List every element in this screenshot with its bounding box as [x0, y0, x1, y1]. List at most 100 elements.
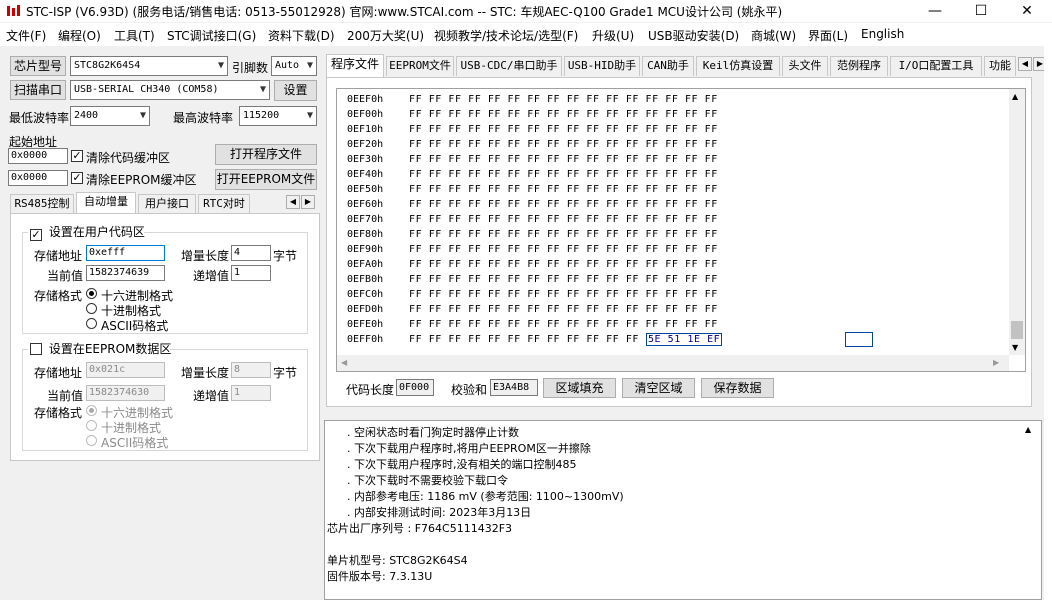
scroll-left-icon[interactable]: ◀ — [341, 358, 347, 367]
hex-row-bytes[interactable]: FF FF FF FF FF FF FF FF FF FF FF FF FF F… — [409, 154, 718, 165]
eeprom-format-ascii-radio[interactable] — [86, 435, 97, 446]
hex-row-bytes[interactable]: FF FF FF FF FF FF FF FF FF FF FF FF FF F… — [409, 229, 718, 240]
hex-row[interactable]: 0EFA0h FF FF FF FF FF FF FF FF FF FF FF F… — [347, 257, 718, 272]
hex-row[interactable]: 0EEF0h FF FF FF FF FF FF FF FF FF FF FF F… — [347, 92, 718, 107]
close-button[interactable]: ✕ — [1004, 0, 1050, 22]
hex-row-bytes[interactable]: FF FF FF FF FF FF FF FF FF FF FF FF FF F… — [409, 109, 718, 120]
hex-row-bytes[interactable]: FF FF FF FF FF FF FF FF FF FF FF FF FF F… — [409, 139, 718, 150]
tab-examples[interactable]: 范例程序 — [830, 56, 888, 76]
eeprom-inc-len-input[interactable]: 8 — [231, 362, 271, 378]
menu-download[interactable]: 资料下载(D) — [268, 27, 335, 44]
tab-eeprom-file[interactable]: EEPROM文件 — [386, 56, 454, 76]
menu-award[interactable]: 200万大奖(U) — [347, 27, 424, 44]
tab-can[interactable]: CAN助手 — [642, 56, 694, 76]
tab-program-file[interactable]: 程序文件 — [326, 54, 384, 77]
scroll-right-icon[interactable]: ▶ — [993, 358, 999, 367]
user-format-hex-radio[interactable] — [86, 288, 97, 299]
hex-viewer[interactable]: 0EEF0h FF FF FF FF FF FF FF FF FF FF FF F… — [336, 88, 1026, 372]
clear-eeprom-buffer-checkbox[interactable]: ✓ — [71, 172, 83, 184]
tab-usb-cdc[interactable]: USB-CDC/串口助手 — [456, 56, 562, 76]
user-step-input[interactable]: 1 — [231, 265, 271, 281]
tab-io-config[interactable]: I/O口配置工具 — [890, 56, 982, 76]
user-format-dec-radio[interactable] — [86, 303, 97, 314]
hex-row[interactable]: 0EF00h FF FF FF FF FF FF FF FF FF FF FF F… — [347, 107, 718, 122]
hex-row[interactable]: 0EFF0h FF FF FF FF FF FF FF FF FF FF FF F… — [347, 332, 723, 347]
menu-shop[interactable]: 商城(W) — [751, 27, 796, 44]
hex-row-bytes[interactable]: FF FF FF FF FF FF FF FF FF FF FF FF FF F… — [409, 184, 718, 195]
tab-auto-increment[interactable]: 自动增量 — [76, 192, 136, 215]
eeprom-start-address-input[interactable]: 0x0000 — [8, 170, 68, 186]
hex-row[interactable]: 0EFB0h FF FF FF FF FF FF FF FF FF FF FF F… — [347, 272, 718, 287]
tab-keil[interactable]: Keil仿真设置 — [696, 56, 780, 76]
scroll-up-icon[interactable]: ▲ — [1025, 425, 1031, 434]
eeprom-store-addr-input[interactable]: 0x021c — [86, 362, 165, 378]
eeprom-format-dec-radio[interactable] — [86, 420, 97, 431]
output-log[interactable]: . 空闲状态时看门狗定时器停止计数 . 下次下载用户程序时,将用户EEPROM区一… — [324, 420, 1042, 600]
edit-cursor-box[interactable] — [845, 332, 873, 347]
user-code-enable-checkbox[interactable]: ✓ — [30, 229, 42, 241]
scroll-down-icon[interactable]: ▼ — [1012, 343, 1018, 352]
hex-vertical-scrollbar[interactable]: ▲ ▼ — [1009, 89, 1025, 355]
clear-region-button[interactable]: 清空区域 — [622, 378, 695, 398]
minimize-button[interactable]: — — [912, 0, 958, 22]
scan-port-button[interactable]: 扫描串口 — [10, 80, 66, 100]
tab-scroll-right-icon[interactable]: ▶ — [301, 195, 315, 209]
pins-select[interactable]: Auto ▼ — [271, 56, 317, 76]
menu-english[interactable]: English — [861, 27, 904, 41]
hex-row-bytes[interactable]: FF FF FF FF FF FF FF FF FF FF FF FF FF F… — [409, 214, 718, 225]
hex-row-bytes[interactable]: FF FF FF FF FF FF FF FF FF FF FF FF FF F… — [409, 199, 718, 210]
user-cur-val-input[interactable]: 1582374639 — [86, 265, 165, 281]
hex-horizontal-scrollbar[interactable]: ◀ ▶ — [337, 355, 1009, 371]
open-program-file-button[interactable]: 打开程序文件 — [215, 144, 317, 165]
menu-video[interactable]: 视频教学/技术论坛/选型(F) — [434, 27, 578, 44]
eeprom-cur-val-input[interactable]: 1582374630 — [86, 385, 165, 401]
hex-row-bytes[interactable]: FF FF FF FF FF FF FF FF FF FF FF FF FF F… — [409, 169, 718, 180]
tab-rs485[interactable]: RS485控制 — [10, 194, 74, 214]
hex-row-bytes[interactable]: FF FF FF FF FF FF FF FF FF FF FF FF FF F… — [409, 274, 718, 285]
hex-row[interactable]: 0EF70h FF FF FF FF FF FF FF FF FF FF FF F… — [347, 212, 718, 227]
user-store-addr-input[interactable]: 0xefff — [86, 245, 165, 261]
tab-rtc[interactable]: RTC对时 — [198, 194, 250, 214]
menu-usb-driver[interactable]: USB驱动安装(D) — [648, 27, 739, 44]
save-data-button[interactable]: 保存数据 — [701, 378, 774, 398]
menu-debug[interactable]: STC调试接口(G) — [167, 27, 256, 44]
menu-tools[interactable]: 工具(T) — [114, 27, 155, 44]
hex-row-bytes[interactable]: FF FF FF FF FF FF FF FF FF FF FF FF FF F… — [409, 94, 718, 105]
tab-header-file[interactable]: 头文件 — [782, 56, 828, 76]
code-start-address-input[interactable]: 0x0000 — [8, 148, 68, 164]
hex-row[interactable]: 0EF60h FF FF FF FF FF FF FF FF FF FF FF F… — [347, 197, 718, 212]
hex-row-bytes[interactable]: FF FF FF FF FF FF FF FF FF FF FF FF FF F… — [409, 259, 718, 270]
eeprom-format-hex-radio[interactable] — [86, 405, 97, 416]
hex-row[interactable]: 0EFC0h FF FF FF FF FF FF FF FF FF FF FF F… — [347, 287, 718, 302]
hex-row-bytes[interactable]: FF FF FF FF FF FF FF FF FF FF FF FF FF F… — [409, 244, 718, 255]
scroll-up-icon[interactable]: ▲ — [1012, 92, 1018, 101]
fill-region-button[interactable]: 区域填充 — [543, 378, 616, 398]
hex-row-bytes[interactable]: FF FF FF FF FF FF FF FF FF FF FF FF — [409, 334, 639, 345]
user-inc-len-input[interactable]: 4 — [231, 245, 271, 261]
tab-user-interface[interactable]: 用户接口 — [138, 194, 196, 214]
user-format-ascii-radio[interactable] — [86, 318, 97, 329]
eeprom-enable-checkbox[interactable] — [30, 343, 42, 355]
menu-program[interactable]: 编程(O) — [58, 27, 101, 44]
hex-row[interactable]: 0EFD0h FF FF FF FF FF FF FF FF FF FF FF F… — [347, 302, 718, 317]
menu-file[interactable]: 文件(F) — [6, 27, 46, 44]
maximize-button[interactable]: ☐ — [958, 0, 1004, 22]
hex-row[interactable]: 0EF40h FF FF FF FF FF FF FF FF FF FF FF F… — [347, 167, 718, 182]
tab-scroll-left-icon[interactable]: ◀ — [286, 195, 300, 209]
open-eeprom-file-button[interactable]: 打开EEPROM文件 — [215, 169, 317, 190]
tab-functions[interactable]: 功能 — [984, 56, 1016, 76]
hex-row[interactable]: 0EF30h FF FF FF FF FF FF FF FF FF FF FF F… — [347, 152, 718, 167]
hex-row[interactable]: 0EF10h FF FF FF FF FF FF FF FF FF FF FF F… — [347, 122, 718, 137]
hex-row[interactable]: 0EF80h FF FF FF FF FF FF FF FF FF FF FF F… — [347, 227, 718, 242]
chip-type-button[interactable]: 芯片型号 — [10, 56, 66, 76]
hex-row[interactable]: 0EF90h FF FF FF FF FF FF FF FF FF FF FF F… — [347, 242, 718, 257]
tab-scroll-left-icon[interactable]: ◀ — [1018, 57, 1032, 71]
hex-row-highlight[interactable]: 5E 51 1E EF — [645, 333, 723, 346]
tab-usb-hid[interactable]: USB-HID助手 — [564, 56, 640, 76]
clear-code-buffer-checkbox[interactable]: ✓ — [71, 150, 83, 162]
max-baud-select[interactable]: 115200 ▼ — [239, 106, 317, 126]
menu-ui[interactable]: 界面(L) — [808, 27, 848, 44]
settings-button[interactable]: 设置 — [274, 80, 317, 101]
min-baud-select[interactable]: 2400 ▼ — [70, 106, 150, 126]
hex-row[interactable]: 0EF50h FF FF FF FF FF FF FF FF FF FF FF F… — [347, 182, 718, 197]
